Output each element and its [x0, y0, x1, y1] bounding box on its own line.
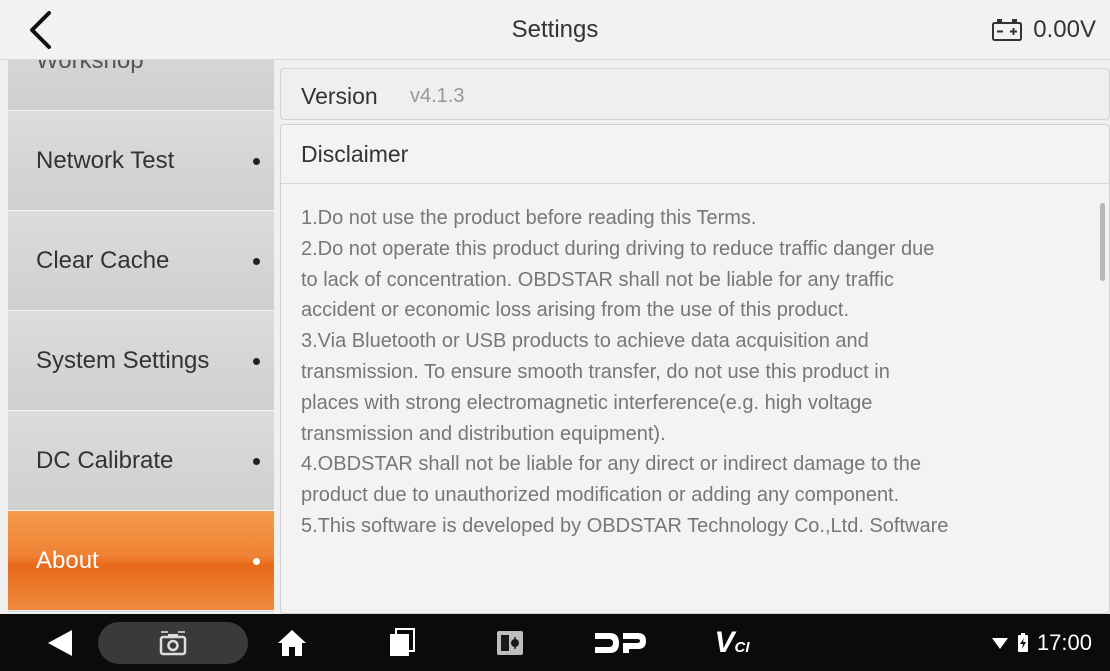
disclaimer-line: places with strong electromagnetic inter… — [301, 391, 873, 414]
vci-button[interactable]: VCI — [702, 614, 762, 671]
page-title: Settings — [511, 16, 599, 43]
battery-icon — [1017, 632, 1028, 652]
disclaimer-line: to lack of concentration. OBDSTAR shall … — [301, 268, 894, 291]
voltage-value: 0.00V — [1033, 16, 1096, 43]
recents-button[interactable] — [382, 614, 422, 671]
top-bar: Settings 0.00V — [0, 0, 1110, 60]
menu-item-label: Network Test — [36, 147, 175, 174]
car-battery-icon — [992, 19, 1023, 41]
disclaimer-text: 1.Do not use the product before reading … — [301, 203, 1101, 542]
dp-icon — [595, 632, 646, 653]
voltage-readout: 0.00V — [991, 0, 1096, 60]
home-icon — [278, 629, 306, 656]
bullet-dot-icon — [253, 358, 260, 365]
clock: 17:00 — [1036, 629, 1092, 655]
disclaimer-line: transmission and distribution equipment)… — [301, 422, 666, 445]
menu-item-label: About — [36, 547, 99, 574]
home-button[interactable] — [272, 614, 312, 671]
nav-back-button[interactable] — [40, 614, 80, 671]
vci-manager-button[interactable] — [490, 614, 530, 671]
recents-icon — [390, 627, 415, 656]
menu-item-label: Workshop — [36, 60, 144, 74]
disclaimer-panel[interactable]: Disclaimer 1.Do not use the product befo… — [280, 124, 1110, 614]
disclaimer-line: accident or economic loss arising from t… — [301, 299, 850, 322]
disclaimer-line: 3.Via Bluetooth or USB products to achie… — [301, 330, 869, 353]
menu-item-label: DC Calibrate — [36, 447, 174, 474]
disclaimer-line: 2.Do not operate this product during dri… — [301, 237, 935, 260]
menu-item-about[interactable]: About — [8, 511, 274, 611]
disclaimer-line: 4.OBDSTAR shall not be liable for any di… — [301, 453, 921, 476]
screenshot-icon-wrap — [155, 614, 191, 671]
disclaimer-line: product due to unauthorized modification… — [301, 484, 900, 507]
scrollbar[interactable] — [1100, 203, 1105, 281]
menu-item-network-test[interactable]: Network Test — [8, 111, 274, 211]
menu-item-workshop[interactable]: Workshop — [8, 60, 274, 111]
wifi-icon — [991, 637, 1008, 649]
settings-menu: Workshop Network Test Clear Cache System… — [8, 60, 274, 612]
version-label: Version — [301, 83, 378, 109]
vci-icon: VCI — [714, 626, 749, 660]
menu-item-clear-cache[interactable]: Clear Cache — [8, 211, 274, 311]
dp-button[interactable] — [590, 614, 650, 671]
disclaimer-title: Disclaimer — [301, 141, 409, 167]
disclaimer-line: 1.Do not use the product before reading … — [301, 207, 757, 229]
bullet-dot-icon — [253, 458, 260, 465]
bullet-dot-icon — [253, 258, 260, 265]
disclaimer-line: 5.This software is developed by OBDSTAR … — [301, 514, 949, 537]
version-value: v4.1.3 — [410, 85, 465, 107]
menu-item-system-settings[interactable]: System Settings — [8, 311, 274, 411]
menu-item-label: System Settings — [36, 347, 210, 374]
version-row: Version v4.1.3 — [280, 68, 1110, 120]
back-triangle-icon — [48, 629, 72, 656]
screenshot-camera-icon — [159, 630, 187, 655]
vci-subscript: CI — [734, 638, 750, 656]
menu-item-dc-calibrate[interactable]: DC Calibrate — [8, 411, 274, 511]
bullet-dot-icon — [253, 158, 260, 165]
vci-manager-icon — [497, 630, 523, 655]
disclaimer-line: transmission. To ensure smooth transfer,… — [301, 360, 890, 383]
system-nav-bar: VCI 17:00 — [0, 614, 1110, 671]
vci-letter: V — [714, 625, 735, 659]
menu-item-label: Clear Cache — [36, 247, 170, 274]
status-area: 17:00 — [983, 614, 1092, 671]
bullet-dot-icon — [253, 558, 260, 565]
divider — [281, 183, 1109, 184]
